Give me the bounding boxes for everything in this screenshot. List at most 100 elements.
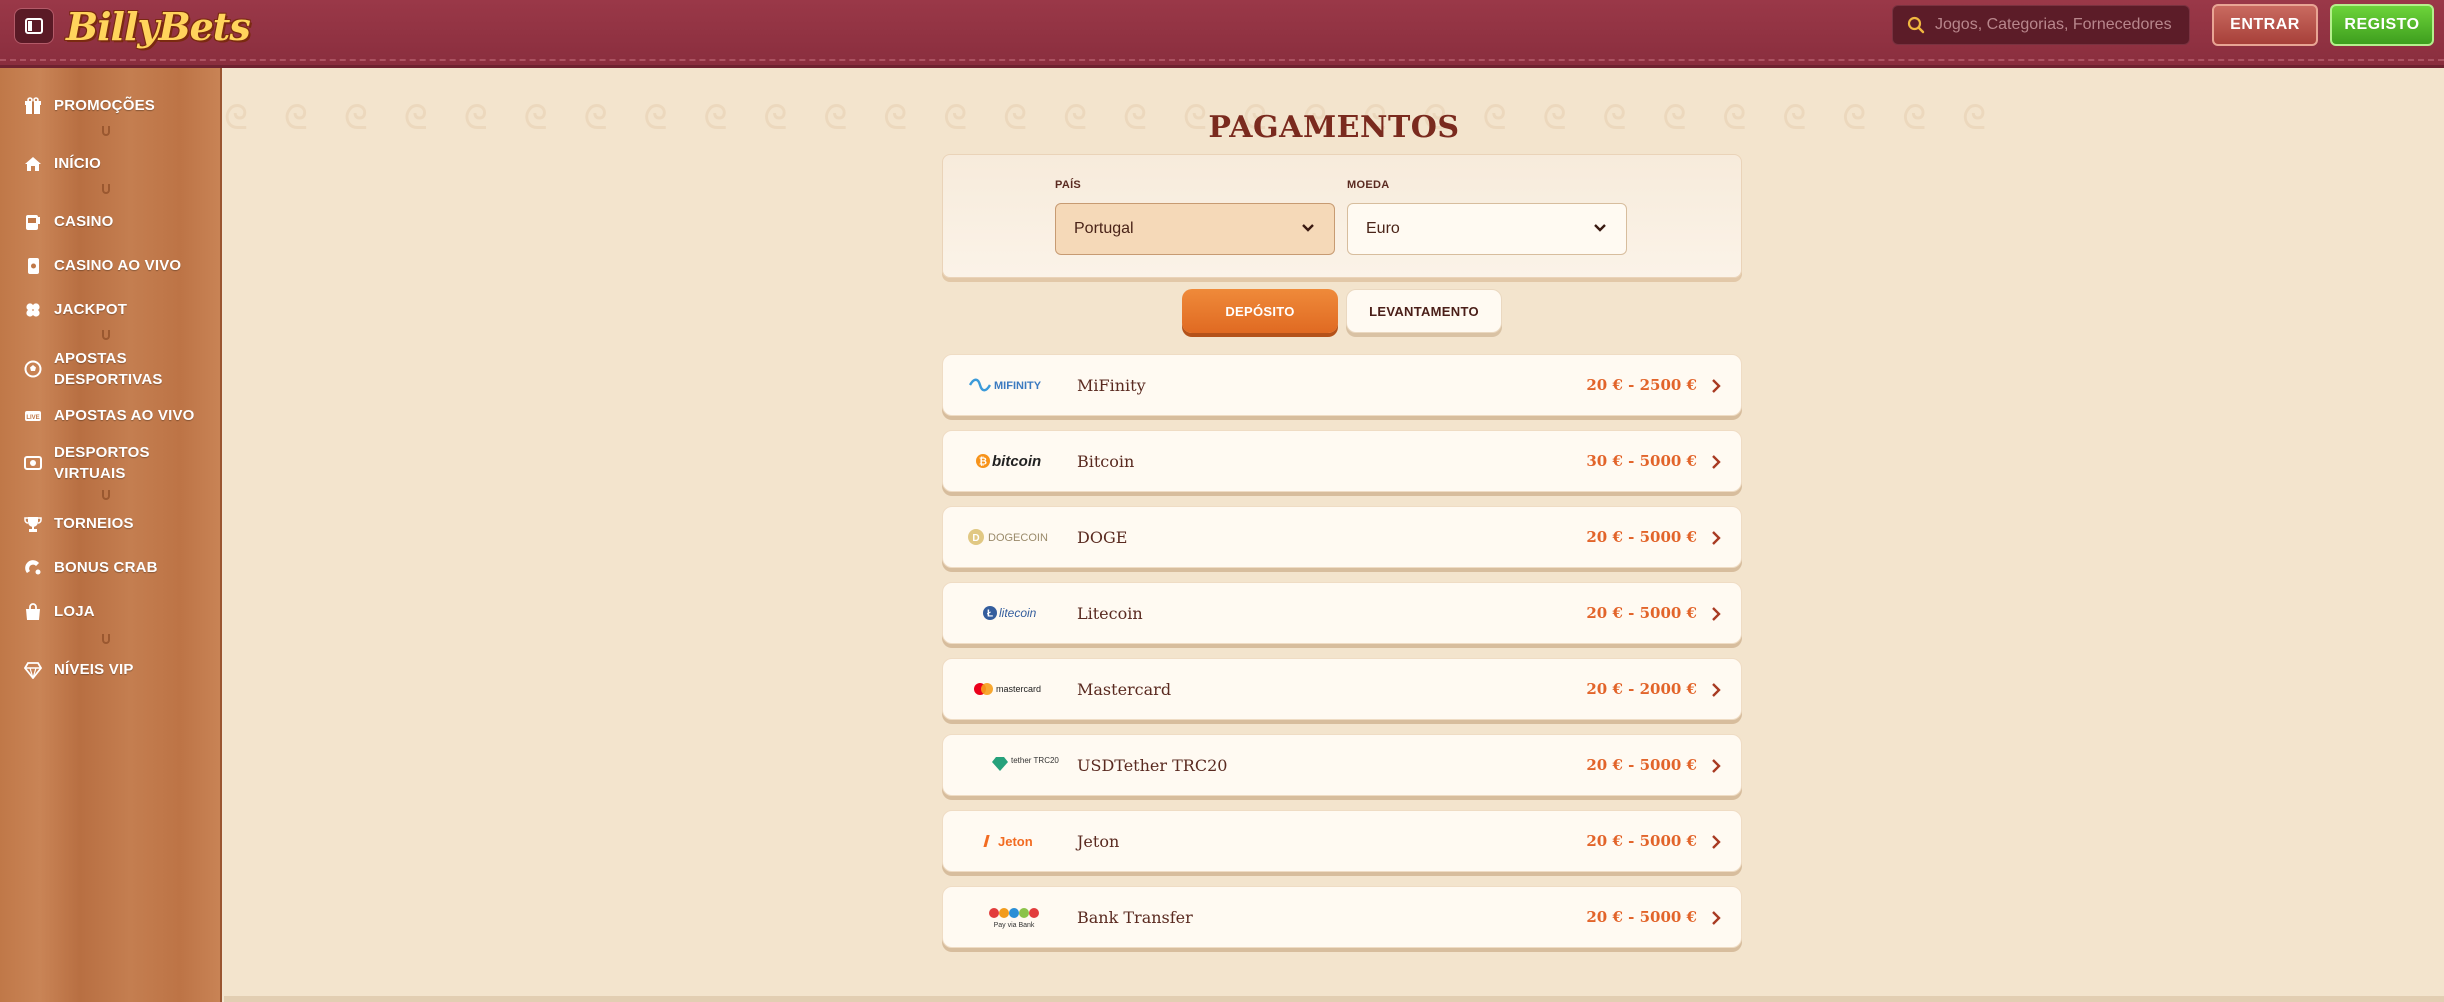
jeton-logo: Jeton [961,821,1071,861]
footer-divider [224,996,2444,1002]
payment-method-range: 30 € - 5000 € [1586,452,1697,470]
payment-method-name: Bitcoin [1077,451,1135,471]
svg-text:Jeton: Jeton [998,834,1033,849]
sidebar-item-desportos-virtuais[interactable]: DESPORTOS VIRTUAIS [0,440,220,486]
sidebar-item-label: DESPORTOS VIRTUAIS [54,444,150,482]
sidebar-item-casino-ao-vivo[interactable]: CASINO AO VIVO [0,252,220,280]
payment-method-name: Jeton [1077,831,1120,851]
sidebar-item-label: TORNEIOS [54,515,134,532]
search-bar[interactable] [1892,5,2190,45]
sidebar-item-loja[interactable]: LOJA [0,598,220,626]
svg-text:MIFINITY: MIFINITY [994,380,1042,392]
svg-text:litecoin: litecoin [999,606,1037,620]
payment-method-range: 20 € - 5000 € [1586,832,1697,850]
chevron-right-icon [1712,835,1721,849]
currency-label: MOEDA [1347,179,1390,191]
sidebar-item-label: CASINO [54,213,114,230]
tab-deposito[interactable]: DEPÓSITO [1182,289,1338,333]
slot-icon [24,213,42,231]
payment-method-range: 20 € - 5000 € [1586,756,1697,774]
bitcoin-logo: ₿ bitcoin [961,441,1071,481]
page-title: PAGAMENTOS [1208,110,1460,145]
payment-method-mastercard[interactable]: mastercard Mastercard 20 € - 2000 € [942,658,1742,720]
svg-text:D: D [972,533,979,544]
sidebar-toggle-button[interactable] [14,8,54,44]
search-icon [1907,16,1925,34]
chevron-right-icon [1712,379,1721,393]
payment-method-name: Bank Transfer [1077,907,1193,927]
register-button[interactable]: REGISTO [2330,4,2434,46]
payment-method-range: 20 € - 5000 € [1586,528,1697,546]
chevron-right-icon [1712,683,1721,697]
sidebar-item-label: CASINO AO VIVO [54,257,182,274]
chevron-right-icon [1712,759,1721,773]
shop-bag-icon [24,603,42,621]
tab-levantamento[interactable]: LEVANTAMENTO [1346,289,1502,333]
payment-method-bitcoin[interactable]: ₿ bitcoin Bitcoin 30 € - 5000 € [942,430,1742,492]
sidebar-item-inicio[interactable]: INÍCIO [0,150,220,178]
billybets-logo[interactable]: BillyBets [66,2,251,50]
currency-select[interactable]: Euro [1347,203,1627,255]
payment-method-mifinity[interactable]: MIFINITY MiFinity 20 € - 2500 € [942,354,1742,416]
payment-method-bank-transfer[interactable]: Pay via Bank Bank Transfer 20 € - 5000 € [942,886,1742,948]
svg-text:Ł: Ł [987,609,993,620]
sidebar-item-label: JACKPOT [54,301,128,318]
tether-logo: tether TRC20 [961,745,1071,785]
chevron-down-icon [1302,224,1314,232]
virtual-sports-icon [24,454,42,472]
diamond-icon [24,661,42,679]
payment-method-name: DOGE [1077,527,1128,547]
chevron-right-icon [1712,455,1721,469]
sidebar-item-torneios[interactable]: TORNEIOS [0,510,220,538]
svg-text:DOGECOIN: DOGECOIN [988,532,1048,544]
mifinity-logo: MIFINITY [961,365,1071,405]
login-button[interactable]: ENTRAR [2212,4,2318,46]
dogecoin-logo: D DOGECOIN [961,517,1071,557]
chevron-right-icon [1712,607,1721,621]
country-label: PAÍS [1055,179,1082,191]
payment-method-name: Mastercard [1077,679,1172,699]
filter-card: PAÍS Portugal MOEDA Euro [942,154,1742,278]
payment-method-usdtether[interactable]: tether TRC20 USDTether TRC20 20 € - 5000… [942,734,1742,796]
svg-text:Pay via Bank: Pay via Bank [994,922,1035,929]
payment-method-range: 20 € - 5000 € [1586,604,1697,622]
bank-transfer-logo: Pay via Bank [961,897,1071,937]
svg-text:₿: ₿ [979,456,987,468]
sidebar-item-label: INÍCIO [54,155,102,172]
clover-icon [24,301,42,319]
sidebar-item-casino[interactable]: CASINO [0,208,220,236]
sidebar-item-jackpot[interactable]: JACKPOT [0,296,220,324]
mastercard-logo: mastercard [961,669,1071,709]
home-icon [24,155,42,173]
gift-icon [24,97,42,115]
sidebar-item-apostas-desportivas[interactable]: APOSTAS DESPORTIVAS [0,346,220,392]
live-icon: LIVE [24,407,42,425]
sidebar-item-niveis-vip[interactable]: NÍVEIS VIP [0,656,220,684]
payment-method-litecoin[interactable]: Łlitecoin Litecoin 20 € - 5000 € [942,582,1742,644]
country-value: Portugal [1074,220,1134,237]
sidebar-toggle-icon [25,18,43,34]
svg-text:tether TRC20: tether TRC20 [1011,756,1059,765]
chevron-right-icon [1712,911,1721,925]
crab-icon [24,559,42,577]
sidebar: PROMOÇÕES INÍCIO CASINO CASINO AO VIVO J… [0,68,222,1002]
cards-icon [24,257,42,275]
sidebar-item-label: NÍVEIS VIP [54,661,134,678]
payment-method-name: Litecoin [1077,603,1143,623]
main-content: ᘓᘓᘓᘓᘓᘓᘓᘓᘓᘓᘓᘓᘓᘓᘓᘓᘓᘓᘓᘓᘓᘓᘓᘓᘓᘓᘓᘓᘓᘓ PAGAMENTO… [224,68,2444,1002]
payment-method-range: 20 € - 2500 € [1586,376,1697,394]
payment-method-name: USDTether TRC20 [1077,755,1228,775]
country-select[interactable]: Portugal [1055,203,1335,255]
trophy-icon [24,515,42,533]
payment-method-jeton[interactable]: Jeton Jeton 20 € - 5000 € [942,810,1742,872]
payment-method-doge[interactable]: D DOGECOIN DOGE 20 € - 5000 € [942,506,1742,568]
sidebar-item-label: LOJA [54,603,95,620]
svg-text:bitcoin: bitcoin [992,453,1041,470]
sidebar-item-apostas-ao-vivo[interactable]: LIVE APOSTAS AO VIVO [0,402,220,430]
svg-text:LIVE: LIVE [26,415,39,421]
payment-method-range: 20 € - 2000 € [1586,680,1697,698]
chevron-down-icon [1594,224,1606,232]
search-input[interactable] [1935,16,2175,34]
sidebar-item-promocoes[interactable]: PROMOÇÕES [0,92,220,120]
sidebar-item-bonus-crab[interactable]: BONUS CRAB [0,554,220,582]
